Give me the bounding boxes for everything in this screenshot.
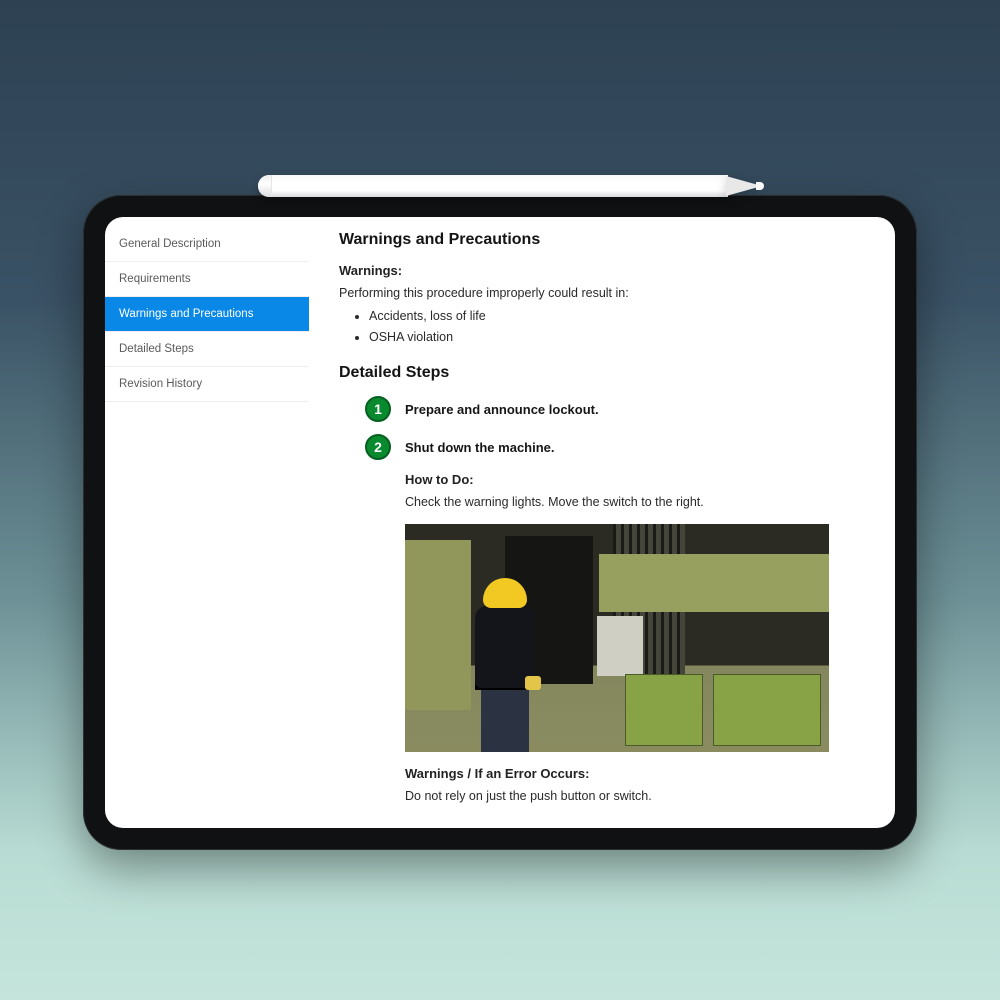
sidebar-nav: General Description Requirements Warning… [105,217,309,828]
warnings-bullets: Accidents, loss of life OSHA violation [369,307,865,347]
stylus-pencil [258,175,768,197]
howto-text: Check the warning lights. Move the switc… [405,493,865,512]
detailed-steps-heading: Detailed Steps [339,364,865,382]
error-text: Do not rely on just the push button or s… [405,787,865,806]
step-detail-block: How to Do: Check the warning lights. Mov… [405,472,865,806]
sidebar-item-warnings-and-precautions[interactable]: Warnings and Precautions [105,297,309,332]
step-number-badge-icon: 2 [365,434,391,460]
step-number-badge-icon: 1 [365,396,391,422]
step-row-1[interactable]: 1 Prepare and announce lockout. [365,396,865,422]
warnings-intro: Performing this procedure improperly cou… [339,284,865,303]
warnings-label: Warnings: [339,263,865,278]
step-title: Shut down the machine. [405,440,555,455]
howto-label: How to Do: [405,472,865,487]
tablet-device-frame: General Description Requirements Warning… [83,195,917,850]
tablet-screen: General Description Requirements Warning… [105,217,895,828]
sidebar-item-revision-history[interactable]: Revision History [105,367,309,402]
sidebar-item-general-description[interactable]: General Description [105,227,309,262]
step-row-2[interactable]: 2 Shut down the machine. [365,434,865,460]
procedure-image [405,524,829,752]
warnings-bullet: OSHA violation [369,328,865,347]
warnings-bullet: Accidents, loss of life [369,307,865,326]
error-label: Warnings / If an Error Occurs: [405,766,865,781]
warnings-heading: Warnings and Precautions [339,231,865,249]
steps-list: 1 Prepare and announce lockout. 2 Shut d… [365,396,865,806]
sidebar-item-detailed-steps[interactable]: Detailed Steps [105,332,309,367]
sidebar-item-requirements[interactable]: Requirements [105,262,309,297]
step-title: Prepare and announce lockout. [405,402,599,417]
content-area: Warnings and Precautions Warnings: Perfo… [309,217,895,828]
